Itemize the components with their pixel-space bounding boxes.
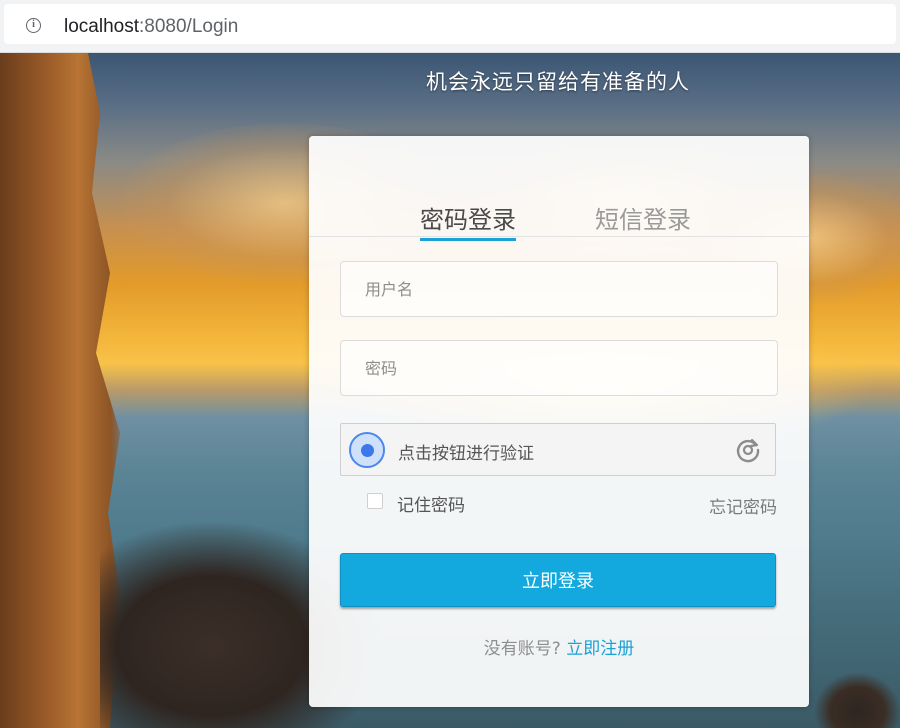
tab-sms-login[interactable]: 短信登录 [595, 200, 691, 235]
url-field[interactable]: i localhost:8080/Login [4, 4, 896, 44]
password-input[interactable] [340, 340, 778, 396]
tab-password-login-label: 密码登录 [420, 206, 516, 234]
info-icon[interactable]: i [26, 18, 41, 33]
browser-address-bar: i localhost:8080/Login [0, 0, 900, 53]
register-prompt: 没有账号? 立即注册 [309, 634, 809, 659]
shore-rock-right [815, 673, 900, 728]
url-path: :8080/Login [139, 16, 239, 37]
remember-checkbox[interactable] [367, 493, 383, 509]
captcha-label: 点击按钮进行验证 [398, 444, 534, 464]
captcha-circle-icon [349, 432, 385, 468]
refresh-icon[interactable] [735, 437, 761, 463]
captcha-verify-button[interactable]: 点击按钮进行验证 [340, 423, 776, 476]
login-card: 密码登录 短信登录 点击按钮进行验证 记住密码 忘记密码 立即登录 没有账号? … [309, 136, 809, 707]
register-link[interactable]: 立即注册 [566, 639, 634, 659]
register-prefix: 没有账号? [483, 639, 561, 659]
active-tab-underline [420, 238, 516, 241]
login-tabs: 密码登录 短信登录 [309, 196, 809, 241]
login-button[interactable]: 立即登录 [340, 553, 776, 607]
url-host: localhost [64, 16, 139, 37]
username-input[interactable] [340, 261, 778, 317]
remember-label: 记住密码 [397, 496, 465, 516]
forgot-password-link[interactable]: 忘记密码 [709, 493, 777, 518]
page-slogan: 机会永远只留给有准备的人 [426, 70, 690, 94]
tab-password-login[interactable]: 密码登录 [420, 200, 516, 241]
tab-sms-login-label: 短信登录 [595, 206, 691, 234]
captcha-dot [361, 444, 374, 457]
url-text[interactable]: localhost:8080/Login [64, 16, 238, 38]
